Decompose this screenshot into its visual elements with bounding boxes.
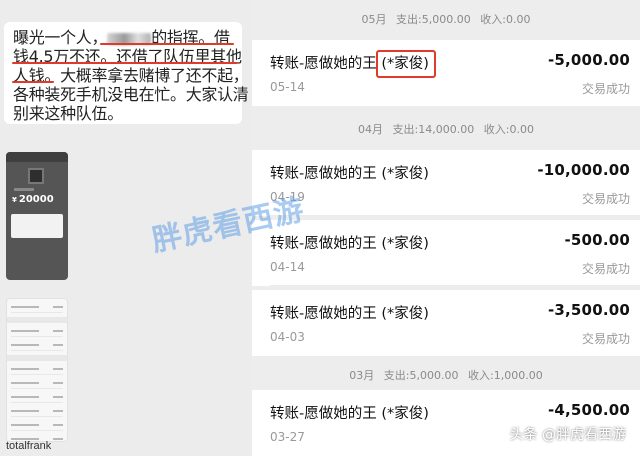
thumb-amount: ¥20000 [12, 194, 54, 205]
chat-message-bubble: 曝光一个人， 的指挥。借 钱4.5万不还。还借了队伍里其他 人钱。大概率拿去赌博了… [4, 22, 249, 124]
thumb-dialog [11, 214, 63, 238]
underline-1 [100, 43, 234, 45]
bill-list-thumbnail [6, 298, 68, 442]
row-divider [270, 285, 640, 286]
thumb-currency: ¥ [12, 196, 17, 204]
thumb-amount-value: 20000 [18, 194, 54, 205]
month-income: 收入:1,000.00 [468, 369, 543, 382]
avatar [28, 168, 44, 184]
source-credit: 头条 @胖虎看西游 [509, 427, 626, 443]
list-item [11, 365, 63, 375]
message-line-4: 各种装死手机没电在忙。大家认清 [13, 85, 249, 104]
transaction-ledger: 05月 支出:5,000.00 收入:0.00 转账-愿做她的王 (*家俊) 0… [252, 0, 640, 456]
message-line-1a: 曝光一个人， [13, 28, 108, 47]
month-expense: 支出:14,000.00 [392, 123, 475, 136]
month-expense: 支出:5,000.00 [383, 369, 459, 382]
transaction-name: 转账-愿做她的王 (*家俊) [270, 236, 429, 252]
list-item [11, 327, 63, 337]
payment-screenshot-thumbnail: ¥20000 [6, 152, 68, 280]
transaction-amount: -3,500.00 [547, 301, 630, 319]
thumb-status-bar [6, 152, 68, 162]
transaction-row[interactable]: 转账-愿做她的王 (*家俊) 04-19 -10,000.00 交易成功 [252, 150, 640, 216]
month-income: 收入:0.00 [480, 13, 531, 26]
underline-3 [12, 81, 54, 83]
list-item [11, 421, 63, 431]
username-label: totalfrank [6, 440, 52, 452]
transaction-date: 04-14 [270, 260, 305, 274]
transaction-amount: -500.00 [564, 231, 630, 249]
list-item [11, 341, 63, 351]
transaction-date: 03-27 [270, 430, 305, 444]
month-label: 05月 [361, 13, 387, 26]
transaction-amount: -5,000.00 [547, 51, 630, 69]
underline-2 [12, 62, 238, 64]
transaction-name: 转账-愿做她的王 (*家俊) [270, 406, 429, 422]
month-header-04: 04月 支出:14,000.00 收入:0.00 [252, 110, 640, 150]
transaction-row[interactable]: 转账-愿做她的王 (*家俊) 03-27 -4,500.00 [252, 390, 640, 456]
list-item [11, 303, 63, 313]
transaction-status: 交易成功 [581, 192, 630, 206]
transaction-amount: -4,500.00 [547, 401, 630, 419]
transaction-status: 交易成功 [581, 262, 630, 276]
month-income: 收入:0.00 [483, 123, 534, 136]
section-divider [7, 355, 67, 361]
list-item [11, 379, 63, 389]
thumb-label [14, 188, 34, 191]
transaction-date: 05-14 [270, 80, 305, 94]
transaction-amount: -10,000.00 [537, 161, 630, 179]
transaction-name: 转账-愿做她的王 (*家俊) [270, 306, 429, 322]
list-item [11, 393, 63, 403]
transaction-status: 交易成功 [581, 82, 630, 96]
month-label: 04月 [358, 123, 384, 136]
transaction-name: 转账-愿做她的王 (*家俊) [270, 166, 429, 182]
month-header-05: 05月 支出:5,000.00 收入:0.00 [252, 0, 640, 40]
transaction-row[interactable]: 转账-愿做她的王 (*家俊) 05-14 -5,000.00 交易成功 [252, 40, 640, 106]
transaction-row[interactable]: 转账-愿做她的王 (*家俊) 04-14 -500.00 交易成功 [252, 220, 640, 286]
message-line-5: 别来这种队伍。 [13, 104, 123, 123]
list-item [11, 407, 63, 417]
transaction-date: 04-03 [270, 330, 305, 344]
row-divider [270, 215, 640, 216]
highlight-box [376, 50, 436, 78]
month-label: 03月 [349, 369, 375, 382]
transaction-row[interactable]: 转账-愿做她的王 (*家俊) 04-03 -3,500.00 交易成功 [252, 290, 640, 356]
month-expense: 支出:5,000.00 [396, 13, 471, 26]
section-divider [7, 317, 67, 323]
transaction-status: 交易成功 [581, 332, 630, 346]
